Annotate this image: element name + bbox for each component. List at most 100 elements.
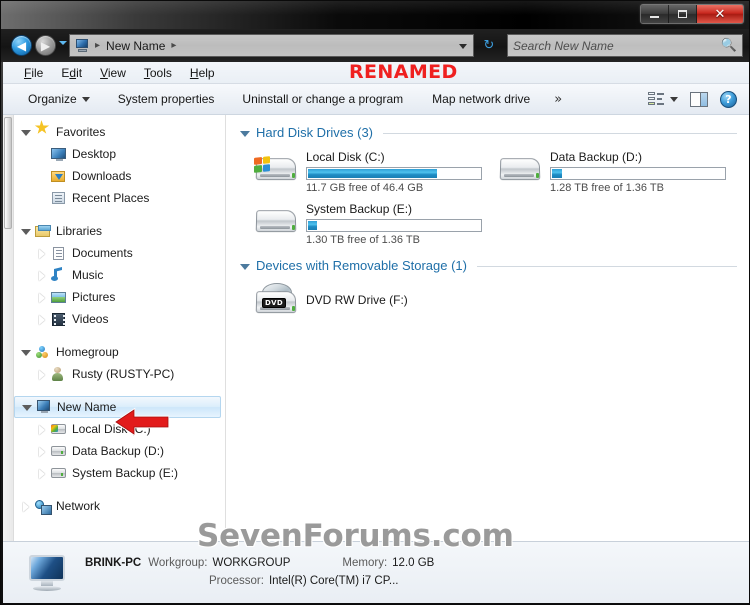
sidebar-item-network[interactable]: Network <box>14 495 225 517</box>
videos-icon <box>50 312 67 327</box>
drive-name: Data Backup (D:) <box>550 150 643 164</box>
sidebar-item-homegroup[interactable]: Homegroup <box>14 341 225 363</box>
menu-item-file[interactable]: File <box>15 64 52 82</box>
sidebar-item-system-backup-e[interactable]: System Backup (E:) <box>14 462 225 484</box>
chevron-right-icon[interactable] <box>36 446 47 457</box>
drive-tile[interactable]: Local Disk (C:) 11.7 GB free of 46.4 GB <box>240 146 484 198</box>
drive-tile[interactable]: System Backup (E:) 1.30 TB free of 1.36 T… <box>240 198 484 250</box>
group-header[interactable]: Devices with Removable Storage (1) <box>240 258 737 273</box>
recent-places-icon <box>50 191 67 206</box>
chevron-down-icon[interactable] <box>240 263 250 270</box>
details-row-2: Processor: Intel(R) Core(TM) i7 CP... <box>85 573 434 591</box>
sidebar-item-local-disk-c[interactable]: Local Disk (C:) <box>14 418 225 440</box>
chevron-down-icon[interactable] <box>20 226 31 237</box>
drive-tile[interactable]: Data Backup (D:) 1.28 TB free of 1.36 TB <box>484 146 728 198</box>
chevron-down-icon[interactable] <box>240 130 250 137</box>
sidebar-item-downloads[interactable]: Downloads <box>14 165 225 187</box>
sidebar-item-favorites[interactable]: Favorites <box>14 120 225 143</box>
hard-drive-windows-icon <box>254 148 300 188</box>
map-network-drive-button[interactable]: Map network drive <box>424 88 538 110</box>
address-input[interactable]: ▸ New Name ▸ <box>69 34 474 57</box>
drive-info: System Backup (E:) 1.30 TB free of 1.36 T… <box>306 200 482 246</box>
recent-pages-dropdown-icon[interactable] <box>59 41 67 45</box>
command-toolbar: Organize System properties Uninstall or … <box>3 84 749 115</box>
uninstall-change-program-button[interactable]: Uninstall or change a program <box>234 88 411 110</box>
sidebar-item-documents[interactable]: Documents <box>14 242 225 264</box>
group-header-label: Hard Disk Drives (3) <box>256 125 374 140</box>
documents-icon <box>50 246 67 261</box>
sidebar-item-recent-places[interactable]: Recent Places <box>14 187 225 209</box>
menu-item-edit[interactable]: Edit <box>52 64 91 82</box>
sidebar-item-videos[interactable]: Videos <box>14 308 225 330</box>
refresh-button[interactable]: ↻ <box>480 36 498 54</box>
drive-slot-shape <box>504 174 534 177</box>
more-commands-button[interactable]: » <box>546 88 570 111</box>
drive-capacity-text: 1.30 TB free of 1.36 TB <box>306 234 420 246</box>
chevron-right-icon[interactable] <box>36 292 47 303</box>
navigation-scrollbar[interactable] <box>3 115 14 541</box>
sidebar-item-music[interactable]: Music <box>14 264 225 286</box>
navigation-pane: Favorites Desktop Downloads Recent Places Li… <box>14 115 226 541</box>
sidebar-item-desktop[interactable]: Desktop <box>14 143 225 165</box>
chevron-right-icon[interactable] <box>20 501 31 512</box>
capacity-bar-fill <box>552 169 563 178</box>
sidebar-item-libraries[interactable]: Libraries <box>14 220 225 242</box>
chevron-right-icon[interactable] <box>36 424 47 435</box>
system-properties-button[interactable]: System properties <box>110 88 223 110</box>
sidebar-item-label: Downloads <box>72 169 132 183</box>
address-dropdown-icon[interactable] <box>459 44 467 49</box>
chevron-right-icon[interactable] <box>36 314 47 325</box>
back-button[interactable]: ◀ <box>11 35 32 56</box>
hard-drive-icon <box>50 444 67 459</box>
scrollbar-thumb[interactable] <box>4 117 12 229</box>
sidebar-item-label: Rusty (RUSTY-PC) <box>72 367 175 381</box>
address-bar-row: ◀ ▶ ▸ New Name ▸ ↻ Search New Name 🔍 <box>1 29 749 62</box>
nav-group-gap <box>14 484 225 495</box>
close-button[interactable]: ✕ <box>697 5 743 23</box>
drive-name: Local Disk (C:) <box>306 150 385 164</box>
hard-drive-windows-icon <box>50 422 67 437</box>
group-header[interactable]: Hard Disk Drives (3) <box>240 125 737 140</box>
preview-pane-icon[interactable] <box>690 91 708 107</box>
group-header-rule <box>383 133 737 134</box>
sidebar-item-data-backup-d[interactable]: Data Backup (D:) <box>14 440 225 462</box>
breadcrumb-separator-2[interactable]: ▸ <box>167 40 180 51</box>
menu-item-tools[interactable]: Tools <box>135 64 181 82</box>
sidebar-item-pictures[interactable]: Pictures <box>14 286 225 308</box>
change-view-button[interactable] <box>648 92 678 106</box>
breadcrumb-separator: ▸ <box>95 40 101 51</box>
sidebar-item-rusty-rusty-pc[interactable]: Rusty (RUSTY-PC) <box>14 363 225 385</box>
organize-button[interactable]: Organize <box>20 88 98 110</box>
maximize-button[interactable] <box>669 5 697 23</box>
sidebar-item-new-name[interactable]: New Name <box>14 396 221 418</box>
chevron-right-icon[interactable] <box>36 369 47 380</box>
minimize-button[interactable] <box>641 5 669 23</box>
help-icon[interactable]: ? <box>720 90 737 108</box>
computer-monitor-icon <box>25 553 71 593</box>
breadcrumb-current[interactable]: New Name <box>104 39 167 53</box>
search-box[interactable]: Search New Name 🔍 <box>507 34 743 57</box>
forward-button[interactable]: ▶ <box>35 35 56 56</box>
hard-drive-icon <box>498 148 544 188</box>
drive-tile[interactable]: DVD DVD RW Drive (F:) <box>240 279 484 325</box>
chevron-down-icon[interactable] <box>20 347 31 358</box>
drive-led-shape <box>292 306 295 311</box>
group-header-rule <box>476 266 737 267</box>
pictures-icon <box>50 290 67 305</box>
chevron-right-icon[interactable] <box>36 248 47 259</box>
nav-group-gap <box>14 385 225 396</box>
drive-capacity-text: 11.7 GB free of 46.4 GB <box>306 182 424 194</box>
sidebar-item-label: Pictures <box>72 290 116 304</box>
chevron-down-icon[interactable] <box>21 402 32 413</box>
search-input[interactable]: Search New Name <box>513 39 721 53</box>
capacity-bar-fill <box>308 169 437 178</box>
chevron-right-icon[interactable] <box>36 270 47 281</box>
menu-item-help[interactable]: Help <box>181 64 224 82</box>
downloads-icon <box>50 169 67 184</box>
chevron-right-icon[interactable] <box>36 468 47 479</box>
drive-slot-shape <box>260 174 290 177</box>
menu-item-view[interactable]: View <box>91 64 135 82</box>
chevron-down-icon[interactable] <box>20 127 31 138</box>
minimize-icon <box>650 15 659 18</box>
